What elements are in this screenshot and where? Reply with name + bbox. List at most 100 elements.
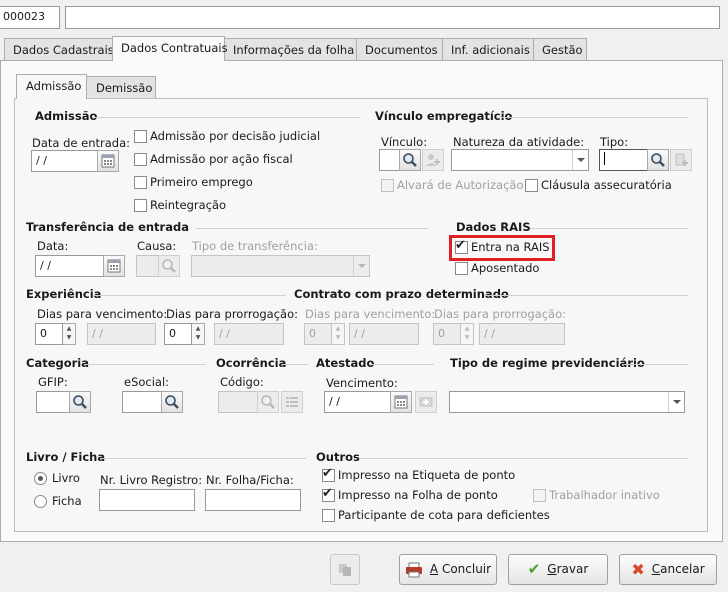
- tab-documentos[interactable]: Documentos: [356, 38, 443, 61]
- causa-label: Causa:: [137, 239, 177, 253]
- nr-livro-label: Nr. Livro Registro:: [100, 473, 203, 487]
- cota-deficientes-checkbox[interactable]: [322, 509, 335, 522]
- alvara-checkbox[interactable]: [381, 179, 394, 192]
- codigo-input[interactable]: [218, 391, 258, 413]
- regime-select[interactable]: [449, 391, 685, 413]
- contrato-prorr-spinner[interactable]: ▲ ▼: [461, 323, 474, 345]
- transferencia-title: Transferência de entrada: [26, 220, 189, 234]
- folha-ponto-checkbox[interactable]: ✔: [322, 487, 335, 502]
- livro-radio[interactable]: [34, 472, 47, 485]
- atestado-venc-label: Vencimento:: [326, 376, 398, 390]
- esocial-input[interactable]: [122, 391, 162, 413]
- extra-action-button[interactable]: [330, 554, 360, 585]
- subtab-demissao[interactable]: Demissão: [86, 76, 156, 98]
- calendar-icon: [394, 395, 408, 409]
- tipo-search-button[interactable]: [647, 149, 669, 171]
- primeiro-emprego-checkbox[interactable]: [134, 176, 147, 189]
- check-icon: ✔: [527, 560, 541, 578]
- outros-title: Outros: [316, 450, 360, 464]
- primeiro-emprego-label: Primeiro emprego: [150, 175, 253, 189]
- reintegracao-checkbox[interactable]: [134, 199, 147, 212]
- add-document-icon: [675, 153, 688, 166]
- atestado-calendar-button[interactable]: [390, 391, 412, 413]
- admissao-fiscal-label: Admissão por ação fiscal: [150, 152, 293, 166]
- atestado-title: Atestado: [316, 356, 375, 370]
- contrato-venc-input[interactable]: 0: [304, 323, 332, 345]
- ficha-radio[interactable]: [34, 495, 47, 508]
- admissao-judicial-checkbox[interactable]: [134, 130, 147, 143]
- search-icon: [162, 259, 176, 273]
- livro-radio-label: Livro: [52, 471, 80, 485]
- trabalhador-inativo-checkbox[interactable]: [533, 489, 546, 502]
- nr-livro-input[interactable]: [99, 489, 195, 511]
- exp-venc-input[interactable]: 0: [35, 323, 63, 345]
- tab-inf-adicionais[interactable]: Inf. adicionais: [442, 38, 534, 61]
- alvara-label: Alvará de Autorização: [397, 178, 524, 192]
- transferencia-data-input[interactable]: / /: [35, 255, 104, 277]
- concluir-button[interactable]: A Concluir: [399, 554, 497, 585]
- contrato-prorr-input[interactable]: 0: [433, 323, 461, 345]
- cancelar-button[interactable]: ✖ Cancelar: [619, 554, 717, 585]
- exp-prorr-input[interactable]: 0: [164, 323, 192, 345]
- contrato-venc-spinner[interactable]: ▲ ▼: [332, 323, 345, 345]
- aposentado-checkbox[interactable]: [455, 262, 468, 275]
- calendar-icon: [101, 154, 115, 168]
- search-icon: [651, 153, 665, 167]
- entra-rais-checkbox[interactable]: ✔: [455, 239, 468, 254]
- atestado-add-button[interactable]: [415, 391, 437, 413]
- exp-venc-spinner[interactable]: ▲ ▼: [63, 323, 76, 345]
- tipo-input[interactable]: [599, 149, 648, 171]
- exp-prorr-date: / /: [214, 323, 284, 345]
- gravar-button[interactable]: ✔ Gravar: [508, 554, 608, 585]
- transferencia-data-label: Data:: [37, 239, 69, 253]
- data-entrada-calendar-button[interactable]: [97, 150, 119, 172]
- causa-input[interactable]: [136, 255, 159, 277]
- natureza-label: Natureza da atividade:: [453, 135, 585, 149]
- tab-dados-cadastrais[interactable]: Dados Cadastrais: [4, 38, 114, 61]
- nr-folha-input[interactable]: [205, 489, 301, 511]
- causa-search-button[interactable]: [158, 255, 180, 277]
- codigo-search-button[interactable]: [257, 391, 279, 413]
- esocial-search-button[interactable]: [161, 391, 183, 413]
- vinculo-add-button[interactable]: [422, 149, 444, 171]
- add-icon: [419, 397, 433, 407]
- rais-title: Dados RAIS: [456, 220, 531, 234]
- clausula-checkbox[interactable]: [525, 179, 538, 192]
- gfip-search-button[interactable]: [69, 391, 91, 413]
- tab-dados-contratuais[interactable]: Dados Contratuais: [112, 36, 228, 61]
- data-entrada-input[interactable]: / /: [31, 150, 98, 172]
- etiqueta-checkbox[interactable]: ✔: [322, 467, 335, 482]
- gfip-input[interactable]: [36, 391, 70, 413]
- gfip-label: GFIP:: [38, 375, 68, 389]
- tab-informacoes-folha[interactable]: Informações da folha: [224, 38, 357, 61]
- categoria-title: Categoria: [26, 356, 90, 370]
- employee-name-input[interactable]: [65, 6, 720, 29]
- trabalhador-inativo-label: Trabalhador inativo: [549, 488, 660, 502]
- atestado-venc-input[interactable]: / /: [324, 391, 391, 413]
- exp-prorr-spinner[interactable]: ▲ ▼: [192, 323, 205, 345]
- contrato-prorr-label: Dias para prorrogação:: [434, 307, 566, 321]
- contrato-title: Contrato com prazo determinado: [294, 287, 509, 301]
- vinculo-search-button[interactable]: [399, 149, 421, 171]
- data-entrada-label: Data de entrada:: [32, 136, 131, 150]
- tab-gestao[interactable]: Gestão: [533, 38, 587, 61]
- employee-code-input[interactable]: 000023: [0, 6, 60, 29]
- cancelar-label: ancelar: [660, 562, 705, 576]
- tipo-transferencia-select[interactable]: [191, 255, 370, 277]
- ocorrencia-title: Ocorrência: [216, 356, 287, 370]
- printer-icon: [405, 562, 422, 577]
- transferencia-calendar-button[interactable]: [103, 255, 125, 277]
- tipo-add-button[interactable]: [670, 149, 692, 171]
- gravar-hotkey: G: [547, 562, 557, 576]
- cancelar-hotkey: C: [651, 562, 661, 576]
- vinculo-input[interactable]: [379, 149, 400, 171]
- search-icon: [165, 395, 179, 409]
- admissao-fiscal-checkbox[interactable]: [134, 153, 147, 166]
- natureza-select[interactable]: [451, 149, 589, 171]
- concluir-label: Concluir: [438, 562, 492, 576]
- copy-icon: [339, 563, 351, 576]
- reintegracao-label: Reintegração: [150, 198, 227, 212]
- exp-prorr-label: Dias para prorrogação:: [166, 307, 298, 321]
- subtab-admissao[interactable]: Admissão: [16, 74, 87, 99]
- codigo-list-button[interactable]: [281, 391, 303, 413]
